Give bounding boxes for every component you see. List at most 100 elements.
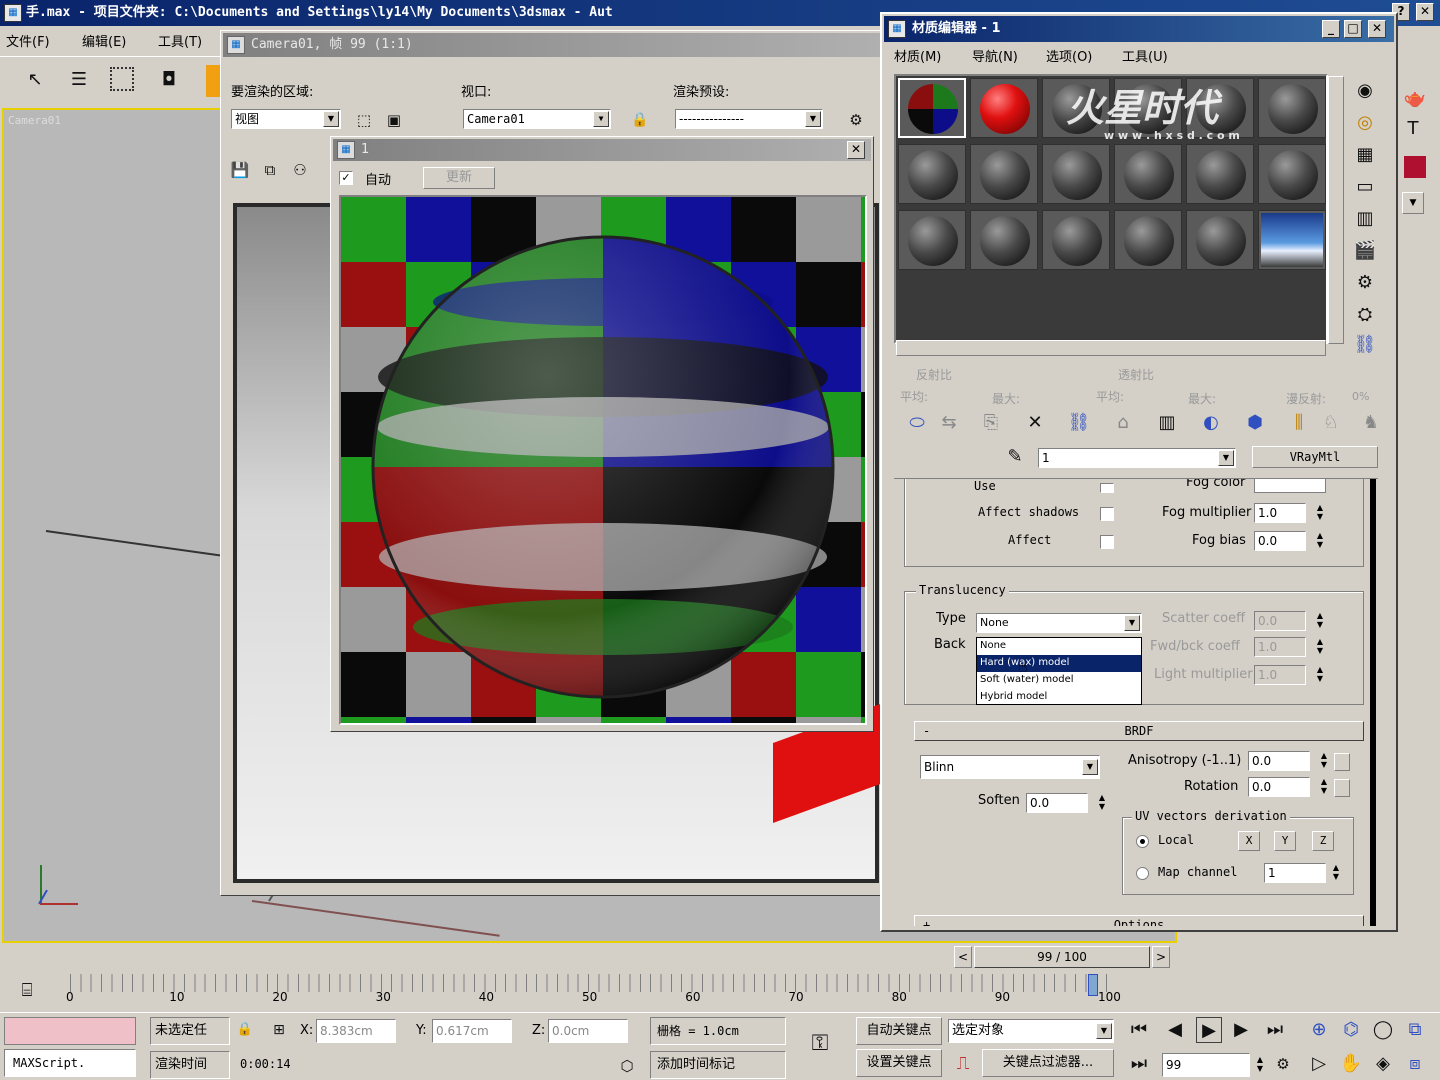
object-color-swatch[interactable] (1404, 156, 1426, 178)
lock-icon[interactable]: 🔒 (627, 107, 653, 133)
translucency-type-dropdown[interactable]: None ▼ (976, 613, 1142, 633)
arc-rotate-icon[interactable]: ◈ (1370, 1051, 1396, 1077)
anisotropy-map-button[interactable] (1334, 753, 1350, 771)
next-frame-icon[interactable]: ▶ (1228, 1017, 1254, 1043)
material-map-navigator-icon[interactable]: ⛓ (1352, 332, 1378, 358)
sample-slot-8[interactable] (970, 144, 1038, 204)
show-end-result-icon[interactable]: ⬢ (1242, 410, 1268, 436)
sample-slot-16[interactable] (1114, 210, 1182, 270)
rotation-map-button[interactable] (1334, 779, 1350, 797)
menu-file[interactable]: 文件(F) (6, 31, 50, 50)
add-time-tag-box[interactable]: 添加时间标记 (650, 1051, 786, 1079)
panel-dropdown-button[interactable]: ▼ (1402, 192, 1424, 214)
select-by-material-icon[interactable]: ⛭ (1352, 302, 1378, 328)
axis-z-button[interactable]: Z (1312, 831, 1334, 851)
light-multiplier-field[interactable]: 1.0 (1254, 665, 1306, 685)
spinner-icon[interactable]: ▲ ▼ (1318, 751, 1330, 771)
clone-frame-icon[interactable]: ⚇ (287, 157, 313, 183)
option-none[interactable]: None (977, 638, 1141, 655)
key-filters-button[interactable]: 关键点过滤器... (982, 1049, 1114, 1077)
sample-slot-12[interactable] (1258, 144, 1326, 204)
use-checkbox[interactable] (1100, 483, 1114, 493)
affect-shadows-checkbox[interactable] (1100, 507, 1114, 521)
spinner-icon[interactable]: ▲ ▼ (1314, 665, 1326, 685)
sample-type-icon[interactable]: ◉ (1352, 78, 1378, 104)
slots-hscrollbar[interactable] (896, 340, 1326, 356)
mat-menu-utilities[interactable]: 工具(U) (1122, 46, 1168, 65)
selection-lock-icon[interactable]: 🔒 (232, 1017, 258, 1043)
local-radio[interactable] (1136, 835, 1149, 848)
sample-slot-9[interactable] (1042, 144, 1110, 204)
go-to-parent-icon[interactable]: ⫼ (1286, 410, 1312, 436)
time-slider-thumb[interactable]: 99 / 100 (974, 946, 1150, 968)
material-name-dropdown[interactable]: 1 ▼ (1038, 448, 1236, 468)
mat-menu-material[interactable]: 材质(M) (894, 46, 941, 65)
anisotropy-field[interactable]: 0.0 (1248, 751, 1310, 771)
menu-tools[interactable]: 工具(T) (158, 31, 202, 50)
go-to-end-icon[interactable]: ⏭ (1262, 1017, 1288, 1043)
play-icon[interactable]: ▶ (1196, 1017, 1222, 1043)
options-rollout[interactable]: + Options (914, 915, 1364, 926)
time-slider-prev[interactable]: < (954, 946, 972, 968)
auto-checkbox[interactable]: ✓ (339, 171, 353, 185)
spinner-icon[interactable]: ▲ ▼ (1314, 531, 1326, 551)
show-map-icon[interactable]: ◐ (1198, 410, 1224, 436)
teapot-icon[interactable]: 🫖 (1402, 86, 1428, 112)
maximize-viewport-icon[interactable]: ⧉ (1402, 1017, 1428, 1043)
sample-slot-17[interactable] (1186, 210, 1254, 270)
pick-material-icon[interactable]: ♞ (1358, 410, 1384, 436)
brdf-type-dropdown[interactable]: Blinn ▼ (920, 755, 1100, 779)
slots-vscrollbar[interactable] (1328, 76, 1344, 344)
auto-key-button[interactable]: 自动关键点 (856, 1017, 942, 1045)
params-vscrollbar[interactable] (1370, 479, 1376, 926)
rotation-field[interactable]: 0.0 (1248, 777, 1310, 797)
spinner-icon[interactable]: ▲ ▼ (1330, 863, 1342, 883)
sample-slot-2[interactable] (970, 78, 1038, 138)
make-unique-icon[interactable]: ⛓ (1066, 410, 1092, 436)
set-key-button[interactable]: 设置关键点 (856, 1049, 942, 1077)
track-bar[interactable]: ⌸ 0 10 20 30 40 50 60 70 80 90 100 (0, 972, 1440, 1012)
assign-to-selection-icon[interactable]: ⎘ (978, 410, 1004, 436)
sample-slot-13[interactable] (898, 210, 966, 270)
uv-tiling-icon[interactable]: ▭ (1352, 174, 1378, 200)
time-configuration-icon[interactable]: ⚙ (1270, 1051, 1296, 1077)
reset-map-icon[interactable]: ✕ (1022, 410, 1048, 436)
sample-slot-10[interactable] (1114, 144, 1182, 204)
pan-hand-icon[interactable]: ✋ (1338, 1051, 1364, 1077)
viewport-dropdown[interactable]: Camera01 ▼ (463, 109, 611, 129)
map-channel-field[interactable]: 1 (1264, 863, 1326, 883)
previous-frame-icon[interactable]: ◀ (1162, 1017, 1188, 1043)
translucency-options-list[interactable]: None Hard (wax) model Soft (water) model… (976, 637, 1142, 705)
material-type-button[interactable]: VRayMtl (1252, 446, 1378, 468)
region-dropdown[interactable]: 视图 ▼ (231, 109, 341, 129)
viewport-label[interactable]: Camera01 (8, 114, 61, 127)
option-hybrid[interactable]: Hybrid model (977, 689, 1141, 705)
mat-editor-maximize-button[interactable]: □ (1344, 20, 1362, 38)
render-setup-icon[interactable]: ⚙ (843, 107, 869, 133)
sample-slot-7[interactable] (898, 144, 966, 204)
spinner-icon[interactable]: ▲ ▼ (1314, 611, 1326, 631)
video-color-icon[interactable]: ▥ (1352, 206, 1378, 232)
select-arrow-icon[interactable]: ↖ (22, 67, 48, 93)
preset-dropdown[interactable]: --------------- ▼ (675, 109, 823, 129)
main-close-button[interactable]: ✕ (1416, 3, 1434, 21)
key-mode-toggle-icon[interactable]: ⏭ (1126, 1051, 1152, 1077)
go-to-start-icon[interactable]: ⏮ (1126, 1017, 1152, 1043)
y-coord-field[interactable]: 0.617cm (432, 1019, 512, 1043)
axis-y-button[interactable]: Y (1274, 831, 1296, 851)
map-channel-radio[interactable] (1136, 867, 1149, 880)
make-preview-icon[interactable]: 🎬 (1352, 238, 1378, 264)
spinner-icon[interactable]: ▲ ▼ (1254, 1055, 1266, 1075)
update-button[interactable]: 更新 (423, 167, 495, 189)
backlight-icon[interactable]: ◎ (1352, 110, 1378, 136)
sample-slot-14[interactable] (970, 210, 1038, 270)
current-frame-field[interactable]: 99 (1162, 1053, 1250, 1077)
spinner-icon[interactable]: ▲ ▼ (1314, 503, 1326, 523)
mat-editor-close-button[interactable]: ✕ (1368, 20, 1386, 38)
mat-menu-options[interactable]: 选项(O) (1046, 46, 1092, 65)
text-tool-icon[interactable]: T (1400, 116, 1426, 142)
mat-editor-minimize-button[interactable]: _ (1322, 20, 1340, 38)
brdf-rollout[interactable]: - BRDF (914, 721, 1364, 741)
selected-object-dropdown[interactable]: 选定对象 ▼ (948, 1019, 1114, 1043)
eyedropper-icon[interactable]: ✎ (1002, 444, 1028, 470)
